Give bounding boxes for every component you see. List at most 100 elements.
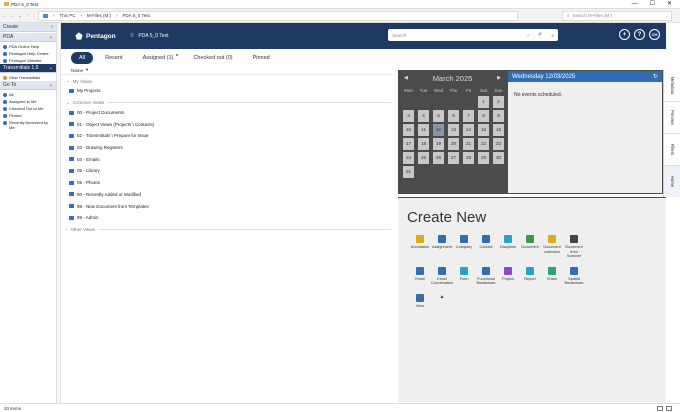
tab-all[interactable]: All	[71, 51, 94, 64]
create-spatial-breakdown-button[interactable]: Spatial Breakdown	[563, 266, 585, 286]
side-tab-filters[interactable]: Filters	[664, 134, 680, 166]
create-project-button[interactable]: Project	[497, 266, 519, 286]
left-pane-link[interactable]: Checked Out to Me	[0, 105, 56, 112]
user-avatar[interactable]: CH	[649, 29, 660, 40]
left-pane-link[interactable]: Pinned	[0, 112, 56, 119]
close-button[interactable]: ✕	[667, 1, 672, 7]
calendar-day[interactable]: 14	[461, 123, 476, 137]
calendar-day[interactable]: 12	[431, 123, 446, 137]
tiles-view-icon[interactable]	[666, 405, 672, 411]
side-tab-home[interactable]: Home	[664, 166, 680, 197]
create-document-button[interactable]: Document	[519, 235, 541, 259]
create-company-button[interactable]: Company	[453, 235, 475, 259]
chevron-down-icon[interactable]: ⌄	[526, 32, 530, 38]
calendar-day[interactable]: 10	[401, 123, 416, 137]
calendar-day[interactable]: 29	[476, 151, 491, 165]
details-view-icon[interactable]	[657, 405, 663, 411]
calendar-day[interactable]: 25	[416, 151, 431, 165]
create-share-button[interactable]: Share	[541, 266, 563, 286]
create-email-button[interactable]: Email	[409, 266, 431, 286]
chevron-down-icon[interactable]: ⌄	[16, 13, 24, 19]
create-document-collection-button[interactable]: Document collection	[541, 235, 563, 259]
group-header-other-views[interactable]: › Other Views	[61, 226, 396, 234]
calendar-day[interactable]: 6	[446, 109, 461, 123]
create-document-from-scanner-button[interactable]: Document from Scanner	[563, 235, 585, 259]
help-icon[interactable]: ?	[634, 29, 645, 40]
breadcrumb-item[interactable]: M-Files (M:)	[87, 13, 111, 18]
tab-assigned[interactable]: Assigned (1)	[135, 52, 182, 64]
create-functional-breakdown-button[interactable]: Functional Breakdown	[475, 266, 497, 286]
calendar-day[interactable]: 5	[431, 109, 446, 123]
view-row[interactable]: 90 - Recently Added or Modified	[61, 189, 396, 201]
calendar-day[interactable]: 21	[461, 137, 476, 151]
calendar-day[interactable]: 2	[491, 95, 506, 109]
calendar-day[interactable]: 15	[476, 123, 491, 137]
side-tab-metadata[interactable]: Metadata	[664, 70, 680, 102]
view-row[interactable]: 00 - Project Documents	[61, 107, 396, 119]
calendar-day[interactable]: 4	[416, 109, 431, 123]
left-pane-link[interactable]: Pentagon Help Centre	[0, 50, 56, 57]
back-arrow-icon[interactable]: ←	[0, 13, 8, 19]
search-icon[interactable]: ⌕	[538, 31, 542, 39]
view-row[interactable]: 02 - Transmittals \ Prepare for Issue	[61, 130, 396, 142]
view-row[interactable]: 05 - Library	[61, 165, 396, 177]
view-row[interactable]: My Projects	[61, 85, 396, 97]
refresh-icon[interactable]: ↻	[653, 73, 658, 80]
filter-options-icon[interactable]: ≡	[551, 33, 554, 38]
tab-pinned[interactable]: Pinned	[245, 52, 278, 64]
pda-section-header[interactable]: PDA ⌄	[0, 33, 56, 42]
left-pane-link[interactable]: Assigned to Me	[0, 98, 56, 105]
breadcrumb-item[interactable]: PDA 5_0 Test	[123, 13, 150, 18]
calendar-day[interactable]: 1	[476, 95, 491, 109]
explorer-search-input[interactable]: ⌕ Search M-Files (M:)	[562, 10, 672, 21]
calendar-day[interactable]: 28	[461, 151, 476, 165]
calendar-day[interactable]: 18	[416, 137, 431, 151]
minimize-button[interactable]: —	[632, 1, 638, 7]
create-form-button[interactable]: Form	[453, 266, 475, 286]
create-assignment-button[interactable]: Assignment	[431, 235, 453, 259]
left-pane-link[interactable]: PDA Online Help	[0, 43, 56, 50]
side-tab-preview[interactable]: Preview	[664, 102, 680, 134]
breadcrumb-item[interactable]: This PC	[60, 13, 76, 18]
calendar-day[interactable]: 22	[476, 137, 491, 151]
maximize-button[interactable]: ☐	[650, 1, 655, 7]
group-header-common-views[interactable]: ⌄ Common Views	[61, 99, 396, 107]
calendar-day[interactable]: 26	[431, 151, 446, 165]
calendar-day[interactable]: 17	[401, 137, 416, 151]
calendar-day[interactable]: 13	[446, 123, 461, 137]
transmittals-section-header[interactable]: Transmittals 1.5 ⌄	[0, 64, 56, 73]
view-row[interactable]: 03 - Drawing Registers	[61, 142, 396, 154]
add-new-icon[interactable]: +	[619, 29, 630, 40]
calendar-day[interactable]: 16	[491, 123, 506, 137]
calendar-day[interactable]: 7	[461, 109, 476, 123]
breadcrumb[interactable]: › This PC › M-Files (M:) › PDA 5_0 Test	[38, 10, 518, 21]
collapse-button[interactable]: ▲	[431, 294, 453, 309]
previous-month-button[interactable]: ◀	[404, 75, 408, 81]
create-annotation-button[interactable]: Annotation	[409, 235, 431, 259]
calendar-day[interactable]: 24	[401, 151, 416, 165]
vault-search-input[interactable]: Search ⌄ ⌕ ≡	[388, 29, 558, 41]
calendar-day[interactable]: 3	[401, 109, 416, 123]
calendar-day[interactable]: 31	[401, 165, 416, 179]
calendar-day[interactable]: 27	[446, 151, 461, 165]
calendar-day[interactable]: 20	[446, 137, 461, 151]
calendar-day[interactable]: 19	[431, 137, 446, 151]
left-pane-link[interactable]: Recently Accessed by Me	[0, 119, 56, 131]
calendar-day[interactable]: 30	[491, 151, 506, 165]
left-pane-link[interactable]: Pentagon Website	[0, 57, 56, 64]
create-email-conversation-button[interactable]: Email Conversation	[431, 266, 453, 286]
create-discipline-button[interactable]: Discipline	[497, 235, 519, 259]
left-pane-link[interactable]: All	[0, 91, 56, 98]
view-row[interactable]: 06 - Photos	[61, 177, 396, 189]
group-header-my-views[interactable]: ⌄ My Views	[61, 77, 396, 85]
goto-section-header[interactable]: Go To ⌄	[0, 81, 56, 90]
left-pane-link[interactable]: View Transmittals	[0, 74, 56, 81]
calendar-day[interactable]: 11	[416, 123, 431, 137]
view-row[interactable]: 01 - Object Views (Projects \ Contacts)	[61, 118, 396, 130]
create-contact-button[interactable]: Contact	[475, 235, 497, 259]
forward-arrow-icon[interactable]: →	[8, 13, 16, 19]
create-section-header[interactable]: Create ›	[0, 23, 56, 32]
create-view-button[interactable]: View	[409, 293, 431, 309]
view-row[interactable]: 98 - New Document from Templates	[61, 200, 396, 212]
view-row[interactable]: 99 - Admin	[61, 212, 396, 224]
